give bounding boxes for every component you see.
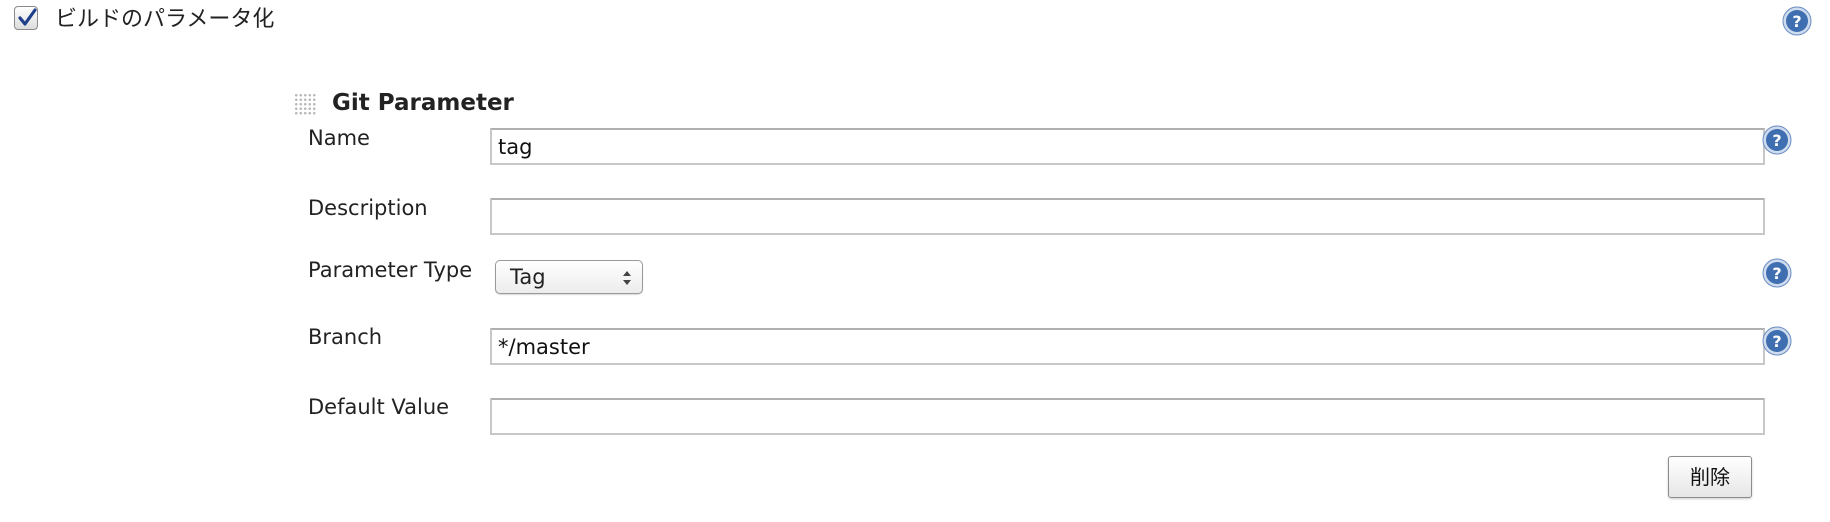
- parameterized-checkbox[interactable]: [14, 6, 38, 30]
- delete-button[interactable]: 削除: [1668, 456, 1752, 498]
- svg-text:?: ?: [1772, 131, 1781, 150]
- svg-text:?: ?: [1772, 264, 1781, 283]
- help-icon[interactable]: ?: [1782, 6, 1812, 36]
- section-title: Git Parameter: [332, 90, 514, 116]
- name-input[interactable]: [490, 128, 1765, 165]
- parameter-type-value: Tag: [510, 265, 546, 289]
- branch-help-icon[interactable]: ?: [1762, 326, 1792, 356]
- default-value-input[interactable]: [490, 398, 1765, 435]
- parameter-type-help-icon[interactable]: ?: [1762, 258, 1792, 288]
- description-input[interactable]: [490, 198, 1765, 235]
- branch-label: Branch: [308, 325, 383, 349]
- drag-handle-icon[interactable]: [294, 93, 316, 115]
- checkmark-icon: [18, 8, 37, 26]
- default-value-label: Default Value: [308, 395, 450, 419]
- parameterized-label: ビルドのパラメータ化: [55, 7, 275, 32]
- svg-text:?: ?: [1772, 332, 1781, 351]
- select-arrows-icon: [623, 271, 631, 285]
- svg-text:?: ?: [1792, 12, 1801, 31]
- parameter-type-label: Parameter Type: [308, 258, 473, 282]
- branch-input[interactable]: [490, 328, 1765, 365]
- parameter-type-select[interactable]: Tag: [495, 260, 643, 294]
- name-help-icon[interactable]: ?: [1762, 125, 1792, 155]
- name-label: Name: [308, 126, 370, 150]
- description-label: Description: [308, 196, 428, 220]
